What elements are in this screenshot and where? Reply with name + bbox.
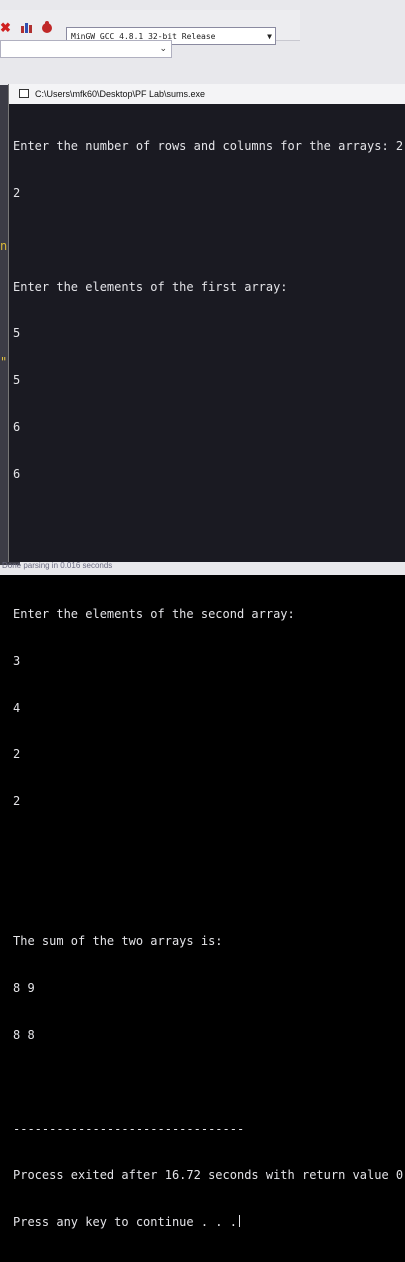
console-line: 4 bbox=[13, 700, 21, 715]
console-output: Enter the number of rows and columns for… bbox=[13, 108, 403, 1262]
console-line: 8 8 bbox=[13, 1028, 35, 1043]
console-prompt-text: Press any key to continue . . . bbox=[13, 1215, 237, 1230]
console-line: The sum of the two arrays is: bbox=[13, 934, 223, 949]
console-line: Enter the number of rows and columns for… bbox=[13, 139, 404, 154]
editor-fragment: " bbox=[0, 355, 8, 369]
console-line: 2 bbox=[13, 185, 21, 200]
console-line: Enter the elements of the second array: bbox=[13, 607, 295, 621]
toolbar: ✖ MinGW GCC 4.8.1 32-bit Release ▼ bbox=[0, 10, 300, 45]
console-title: C:\Users\mfk60\Desktop\PF Lab\sums.exe bbox=[35, 89, 206, 99]
console-line: Enter the elements of the first array: bbox=[13, 279, 288, 294]
chart-icon[interactable] bbox=[20, 20, 32, 33]
scope-select[interactable]: ⌄ bbox=[0, 40, 172, 58]
console-line: 6 bbox=[13, 419, 21, 434]
console-window[interactable]: C:\Users\mfk60\Desktop\PF Lab\sums.exe E… bbox=[8, 84, 405, 1229]
debug-icon[interactable] bbox=[40, 20, 52, 33]
console-titlebar[interactable]: C:\Users\mfk60\Desktop\PF Lab\sums.exe bbox=[9, 84, 405, 104]
console-line: 3 bbox=[13, 653, 21, 668]
chevron-down-icon: ▼ bbox=[267, 32, 272, 41]
text-cursor bbox=[238, 1215, 240, 1228]
console-line: 2 bbox=[13, 747, 21, 762]
chevron-down-icon: ⌄ bbox=[159, 43, 167, 53]
console-line: 8 9 bbox=[13, 981, 35, 996]
console-line: Process exited after 16.72 seconds with … bbox=[13, 1168, 404, 1183]
console-line: 5 bbox=[13, 373, 21, 388]
close-icon[interactable]: ✖ bbox=[0, 21, 12, 34]
console-app-icon bbox=[19, 89, 29, 98]
console-line: 6 bbox=[13, 466, 21, 481]
console-line: -------------------------------- bbox=[13, 1121, 245, 1136]
console-line: 2 bbox=[13, 794, 21, 809]
console-line-prompt: Press any key to continue . . . bbox=[13, 1215, 403, 1231]
console-line: 5 bbox=[13, 326, 21, 341]
